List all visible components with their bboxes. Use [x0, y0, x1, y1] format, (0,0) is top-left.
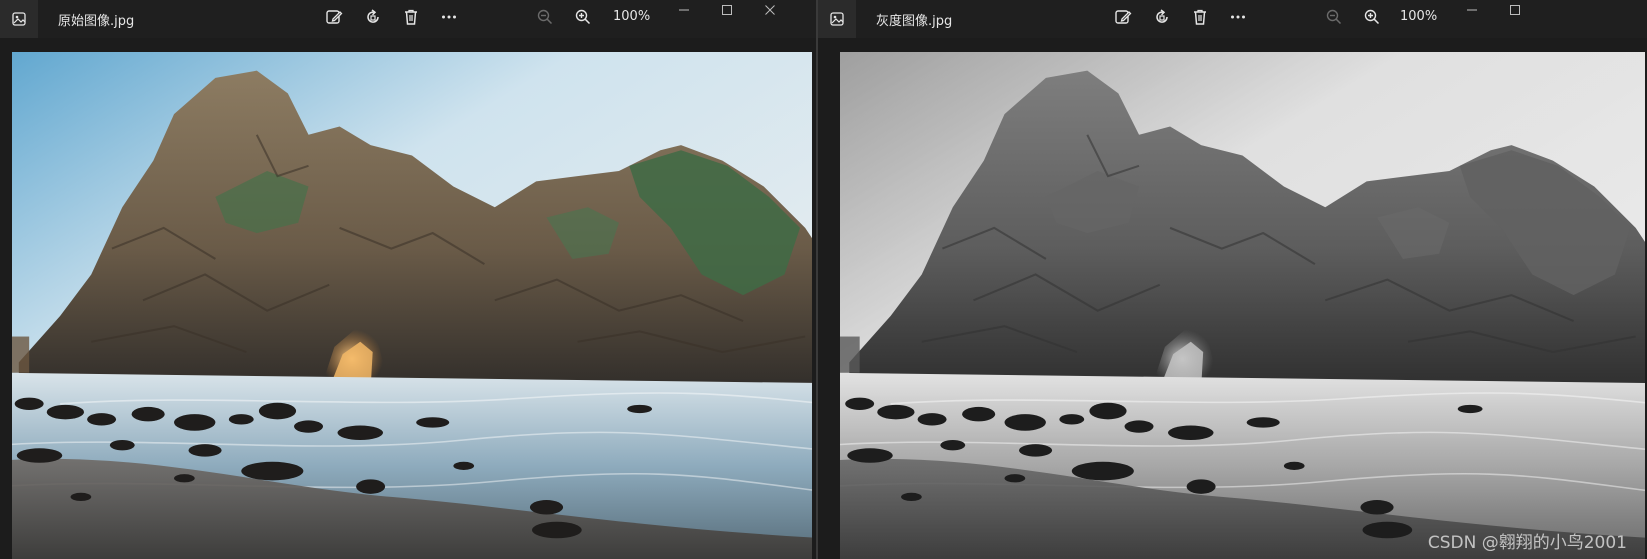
title-bar: 灰度图像.jpg 100% [818, 0, 1647, 38]
photo-viewer-window-original: 原始图像.jpg 100% [0, 0, 816, 559]
grayscale-photo [840, 52, 1645, 559]
delete-icon [402, 8, 420, 30]
delete-button[interactable] [1187, 6, 1213, 32]
watermark-text: CSDN @翱翔的小鸟2001 [1427, 533, 1627, 553]
original-photo [12, 52, 812, 559]
image-canvas[interactable] [12, 52, 812, 559]
image-canvas[interactable]: CSDN @翱翔的小鸟2001 [840, 52, 1645, 559]
photos-app-icon [818, 0, 856, 38]
zoom-level[interactable]: 100% [1400, 9, 1437, 24]
zoom-out-icon [1325, 8, 1343, 30]
zoom-out-button[interactable] [1321, 6, 1347, 32]
zoom-in-button[interactable] [1359, 6, 1385, 32]
close-button[interactable] [756, 0, 784, 20]
maximize-icon [721, 1, 733, 20]
maximize-icon [1509, 1, 1521, 20]
minimize-icon [678, 1, 690, 20]
zoom-in-icon [1363, 8, 1381, 30]
rotate-button[interactable] [1149, 6, 1175, 32]
edit-image-button[interactable] [321, 6, 347, 32]
delete-icon [1191, 8, 1209, 30]
minimize-button[interactable] [670, 0, 698, 20]
zoom-level[interactable]: 100% [613, 9, 650, 24]
minimize-button[interactable] [1458, 0, 1486, 20]
zoom-out-button[interactable] [532, 6, 558, 32]
zoom-in-icon [574, 8, 592, 30]
edit-image-icon [325, 8, 343, 30]
file-name: 原始图像.jpg [58, 14, 135, 29]
maximize-button[interactable] [1501, 0, 1529, 20]
minimize-icon [1466, 1, 1478, 20]
zoom-out-icon [536, 8, 554, 30]
maximize-button[interactable] [713, 0, 741, 20]
more-icon [440, 8, 458, 30]
edit-image-button[interactable] [1110, 6, 1136, 32]
rotate-icon [1153, 8, 1171, 30]
zoom-in-button[interactable] [570, 6, 596, 32]
more-options-button[interactable] [1225, 6, 1251, 32]
close-icon [764, 1, 776, 20]
file-name: 灰度图像.jpg [876, 14, 953, 29]
more-icon [1229, 8, 1247, 30]
edit-image-icon [1114, 8, 1132, 30]
more-options-button[interactable] [436, 6, 462, 32]
rotate-icon [364, 8, 382, 30]
photo-viewer-window-grayscale: 灰度图像.jpg 100% CSDN @翱翔的小鸟2001 [818, 0, 1647, 559]
title-bar: 原始图像.jpg 100% [0, 0, 816, 38]
photos-app-icon [0, 0, 38, 38]
delete-button[interactable] [398, 6, 424, 32]
rotate-button[interactable] [360, 6, 386, 32]
